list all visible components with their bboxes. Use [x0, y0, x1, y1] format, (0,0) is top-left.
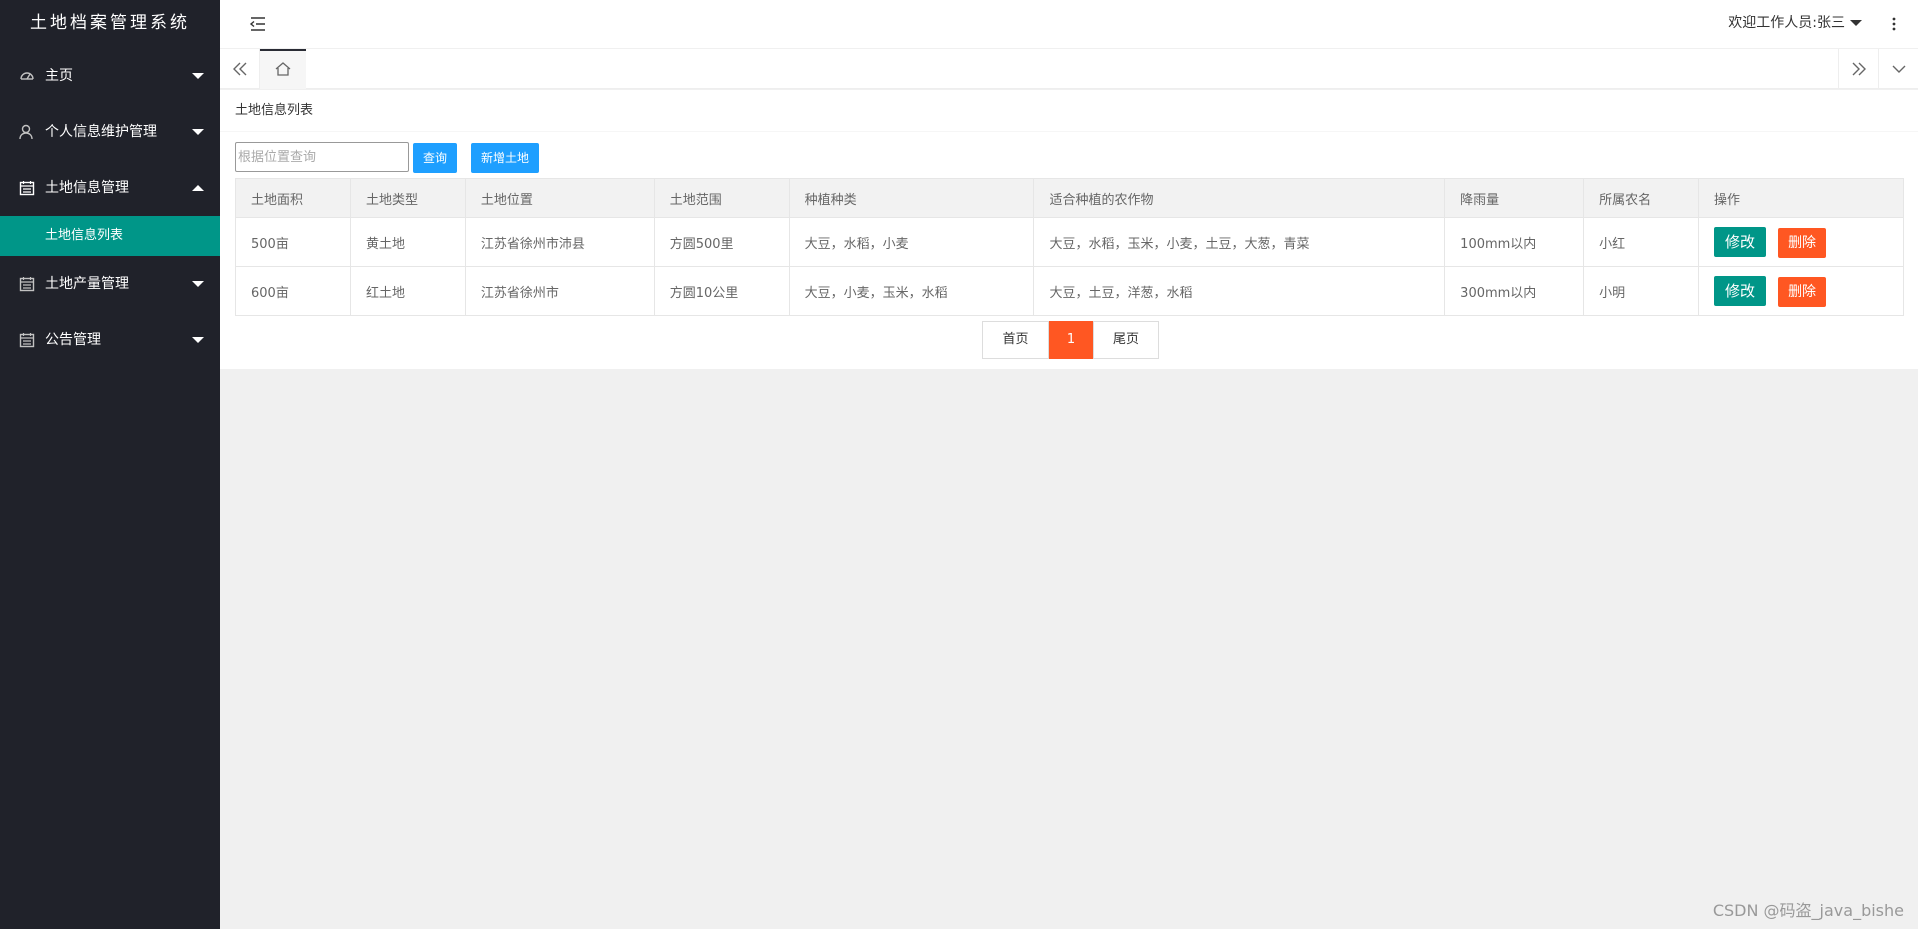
sidebar-item-land-yield[interactable]: 土地产量管理 [0, 256, 220, 312]
chevron-down-icon [192, 73, 204, 79]
welcome-text: 欢迎工作人员:张三 [1728, 15, 1845, 31]
sidebar-item-label: 土地信息管理 [45, 180, 129, 196]
pagination: 首页 1 尾页 [982, 321, 1159, 359]
sidebar-item-label: 个人信息维护管理 [45, 124, 157, 140]
chevron-down-icon [1850, 20, 1862, 26]
sidebar: 土地档案管理系统 主页 个人信息维护管理 土地信息管理 土地信息列表 土地产量管… [0, 0, 220, 929]
gauge-icon [20, 72, 34, 80]
watermark: CSDN @码盗_java_bishe [1712, 901, 1904, 920]
cell-location: 江苏省徐州市沛县 [464, 217, 655, 267]
column-header: 所属农名 [1583, 178, 1700, 218]
chevron-down-icon [192, 337, 204, 343]
table-row: 500亩 黄土地 江苏省徐州市沛县 方圆500里 大豆，水稻，小麦 大豆，水稻，… [235, 217, 1904, 267]
table-row: 600亩 红土地 江苏省徐州市 方圆10公里 大豆，小麦，玉米，水稻 大豆，土豆… [235, 266, 1904, 316]
land-table: 土地面积 土地类型 土地位置 土地范围 种植种类 适合种植的农作物 降雨量 所属… [235, 178, 1904, 316]
cell-rainfall: 100mm以内 [1444, 217, 1585, 267]
chevron-down-icon [1892, 65, 1906, 73]
user-icon [19, 124, 33, 140]
chevron-down-icon [192, 129, 204, 135]
column-header: 种植种类 [788, 178, 1035, 218]
column-header: 土地范围 [653, 178, 790, 218]
double-chevron-right-icon [1852, 62, 1866, 76]
add-land-button[interactable]: 新增土地 [471, 143, 539, 173]
top-header: 欢迎工作人员:张三 [220, 0, 1918, 49]
cell-suitable: 大豆，水稻，玉米，小麦，土豆，大葱，青菜 [1033, 217, 1446, 267]
cell-type: 红土地 [349, 266, 466, 316]
cell-suitable: 大豆，土豆，洋葱，水稻 [1033, 266, 1446, 316]
column-header: 土地类型 [349, 178, 466, 218]
app-title: 土地档案管理系统 [30, 13, 190, 33]
content-card: 土地信息列表 查询 新增土地 土地面积 土地类型 土地位置 土地范围 种植种类 … [220, 90, 1918, 369]
edit-button[interactable]: 修改 [1714, 275, 1767, 306]
cell-farmer: 小红 [1583, 217, 1700, 267]
cell-actions: 修改 删除 [1698, 217, 1904, 267]
tab-home[interactable] [260, 49, 306, 89]
column-header: 土地位置 [464, 178, 655, 218]
menu-collapse-icon[interactable] [248, 14, 268, 34]
cell-actions: 修改 删除 [1698, 266, 1904, 316]
current-page[interactable]: 1 [1049, 321, 1093, 359]
chevron-up-icon [192, 185, 204, 191]
sidebar-item-home[interactable]: 主页 [0, 48, 220, 104]
cell-range: 方圆500里 [653, 217, 790, 267]
delete-button[interactable]: 删除 [1778, 227, 1827, 258]
cell-area: 500亩 [235, 217, 351, 267]
calendar-icon [19, 181, 35, 196]
column-header: 降雨量 [1444, 178, 1585, 218]
sidebar-item-land-info[interactable]: 土地信息管理 [0, 160, 220, 216]
cell-farmer: 小明 [1583, 266, 1700, 316]
last-page-button[interactable]: 尾页 [1093, 321, 1159, 359]
page-title: 土地信息列表 [220, 90, 1918, 132]
cell-range: 方圆10公里 [653, 266, 790, 316]
first-page-button[interactable]: 首页 [982, 321, 1049, 359]
table-header-row: 土地面积 土地类型 土地位置 土地范围 种植种类 适合种植的农作物 降雨量 所属… [235, 178, 1904, 218]
column-header: 操作 [1698, 178, 1904, 218]
tab-options-button[interactable] [1878, 49, 1918, 89]
column-header: 土地面积 [235, 178, 351, 218]
cell-location: 江苏省徐州市 [464, 266, 655, 316]
calendar-icon [19, 277, 35, 292]
user-menu[interactable]: 欢迎工作人员:张三 [1728, 0, 1862, 49]
delete-button[interactable]: 删除 [1778, 276, 1827, 307]
sidebar-item-profile[interactable]: 个人信息维护管理 [0, 104, 220, 160]
double-chevron-left-icon [233, 62, 247, 76]
tab-scroll-left-button[interactable] [220, 49, 260, 89]
sidebar-item-notice[interactable]: 公告管理 [0, 312, 220, 368]
sidebar-item-label: 公告管理 [45, 332, 101, 348]
edit-button[interactable]: 修改 [1714, 226, 1767, 257]
search-input[interactable] [235, 142, 409, 172]
tab-bar [220, 49, 1918, 89]
more-vertical-icon[interactable] [1886, 14, 1902, 34]
cell-area: 600亩 [235, 266, 351, 316]
sidebar-subitem-land-list[interactable]: 土地信息列表 [0, 216, 220, 256]
cell-type: 黄土地 [349, 217, 466, 267]
chevron-down-icon [192, 281, 204, 287]
cell-rainfall: 300mm以内 [1444, 266, 1585, 316]
cell-crops: 大豆，小麦，玉米，水稻 [788, 266, 1035, 316]
calendar-icon [19, 333, 35, 348]
sidebar-item-label: 主页 [45, 68, 73, 84]
tab-scroll-right-button[interactable] [1838, 49, 1878, 89]
query-button[interactable]: 查询 [413, 143, 457, 173]
sidebar-item-label: 土地产量管理 [45, 276, 129, 292]
column-header: 适合种植的农作物 [1033, 178, 1446, 218]
cell-crops: 大豆，水稻，小麦 [788, 217, 1035, 267]
home-icon [275, 62, 291, 76]
